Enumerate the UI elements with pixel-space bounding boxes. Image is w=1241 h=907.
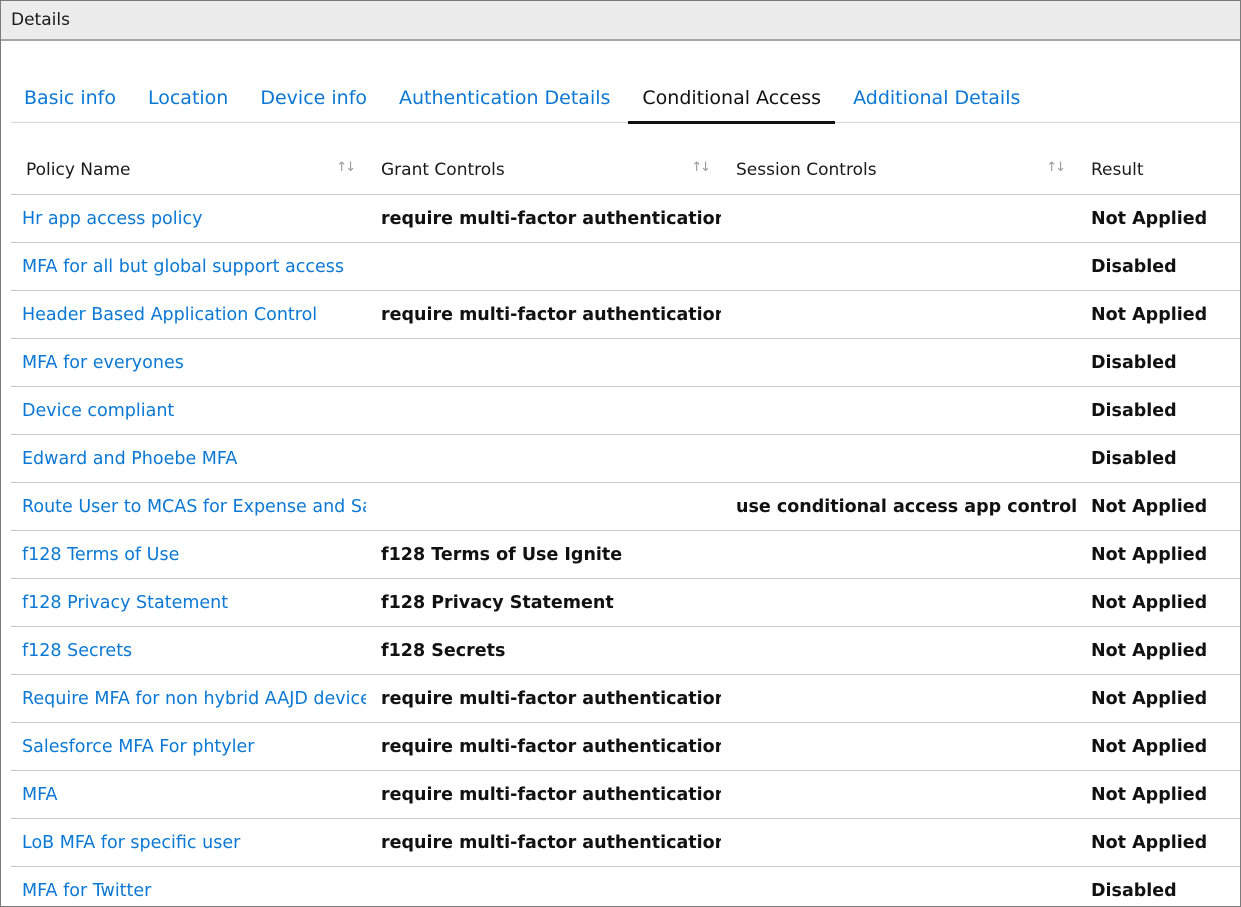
table-body: Hr app access policy require multi-factor… (11, 195, 1240, 906)
grant-controls-cell (366, 483, 721, 530)
sort-arrows-icon[interactable]: ↑↓ (691, 160, 711, 175)
window-title-bar: Details (1, 1, 1240, 41)
table-row[interactable]: Device compliant Disabled (11, 387, 1240, 435)
policy-name-link[interactable]: MFA for everyones (11, 339, 366, 386)
tab-basic-info[interactable]: Basic info (11, 77, 130, 122)
table-row[interactable]: Route User to MCAS for Expense and Sa use… (11, 483, 1240, 531)
grant-controls-cell: require multi-factor authentication (381, 688, 721, 709)
table-row[interactable]: LoB MFA for specific user require multi-f… (11, 819, 1240, 867)
result-cell: Not Applied (1091, 736, 1208, 757)
result-cell: Disabled (1091, 448, 1177, 469)
grant-controls-cell (366, 387, 721, 434)
policy-name-link[interactable]: MFA (11, 771, 366, 818)
sort-arrows-icon[interactable]: ↑↓ (1046, 160, 1066, 175)
tab-device-info[interactable]: Device info (246, 77, 381, 122)
tab-authentication-details[interactable]: Authentication Details (385, 77, 624, 122)
result-cell: Not Applied (1091, 208, 1208, 229)
policy-name-link[interactable]: Edward and Phoebe MFA (11, 435, 366, 482)
policy-name-link[interactable]: MFA for all but global support access (11, 243, 366, 290)
policy-name-link[interactable]: f128 Terms of Use (11, 531, 366, 578)
column-header-label: Policy Name (26, 159, 131, 180)
session-controls-cell: use conditional access app control (736, 496, 1076, 517)
grant-controls-cell (366, 867, 721, 906)
tab-conditional-access[interactable]: Conditional Access (628, 77, 835, 124)
policy-name-link[interactable]: Require MFA for non hybrid AAJD device (11, 675, 366, 722)
tab-bar: Basic info Location Device info Authenti… (11, 77, 1240, 124)
policy-name-link[interactable]: Device compliant (11, 387, 366, 434)
table-row[interactable]: MFA require multi-factor authentication No… (11, 771, 1240, 819)
session-controls-cell (721, 339, 1076, 386)
grant-controls-cell (366, 339, 721, 386)
grant-controls-cell: require multi-factor authentication (381, 832, 721, 853)
result-cell: Not Applied (1091, 688, 1208, 709)
policy-name-link[interactable]: Route User to MCAS for Expense and Sa (11, 483, 366, 530)
conditional-access-table: Policy Name ↑↓ Grant Controls ↑↓ Session… (11, 145, 1240, 906)
result-cell: Not Applied (1091, 304, 1208, 325)
table-row[interactable]: MFA for all but global support access Dis… (11, 243, 1240, 291)
session-controls-cell (721, 291, 1076, 338)
window-title: Details (11, 10, 70, 30)
session-controls-cell (721, 723, 1076, 770)
table-row[interactable]: f128 Privacy Statement f128 Privacy State… (11, 579, 1240, 627)
policy-name-link[interactable]: Hr app access policy (11, 195, 366, 242)
column-header-session-controls[interactable]: Session Controls ↑↓ (721, 145, 1076, 194)
session-controls-cell (721, 531, 1076, 578)
grant-controls-cell (366, 243, 721, 290)
tab-additional-details[interactable]: Additional Details (839, 77, 1034, 122)
result-cell: Not Applied (1091, 544, 1208, 565)
policy-name-link[interactable]: f128 Privacy Statement (11, 579, 366, 626)
table-row[interactable]: Require MFA for non hybrid AAJD device re… (11, 675, 1240, 723)
session-controls-cell (721, 243, 1076, 290)
table-row[interactable]: Hr app access policy require multi-factor… (11, 195, 1240, 243)
tab-location[interactable]: Location (134, 77, 242, 122)
column-header-grant-controls[interactable]: Grant Controls ↑↓ (366, 145, 721, 194)
grant-controls-cell (366, 435, 721, 482)
grant-controls-cell: require multi-factor authentication (381, 208, 721, 229)
result-cell: Not Applied (1091, 784, 1208, 805)
table-row[interactable]: MFA for Twitter Disabled (11, 867, 1240, 906)
result-cell: Not Applied (1091, 592, 1208, 613)
column-header-result: Result (1076, 145, 1240, 194)
table-row[interactable]: f128 Secrets f128 Secrets Not Applied (11, 627, 1240, 675)
session-controls-cell (721, 675, 1076, 722)
sort-arrows-icon[interactable]: ↑↓ (336, 160, 356, 175)
policy-name-link[interactable]: MFA for Twitter (11, 867, 366, 906)
table-row[interactable]: f128 Terms of Use f128 Terms of Use Ignit… (11, 531, 1240, 579)
table-row[interactable]: Edward and Phoebe MFA Disabled (11, 435, 1240, 483)
result-cell: Disabled (1091, 352, 1177, 373)
grant-controls-cell: require multi-factor authentication (381, 784, 721, 805)
grant-controls-cell: require multi-factor authentication (381, 304, 721, 325)
result-cell: Disabled (1091, 400, 1177, 421)
result-cell: Not Applied (1091, 496, 1208, 517)
table-row[interactable]: Header Based Application Control require … (11, 291, 1240, 339)
session-controls-cell (721, 867, 1076, 906)
session-controls-cell (721, 579, 1076, 626)
result-cell: Disabled (1091, 880, 1177, 901)
column-header-label: Session Controls (736, 159, 877, 180)
policy-name-link[interactable]: Header Based Application Control (11, 291, 366, 338)
column-header-policy-name[interactable]: Policy Name ↑↓ (11, 145, 366, 194)
grant-controls-cell: f128 Secrets (381, 640, 506, 661)
policy-name-link[interactable]: Salesforce MFA For phtyler (11, 723, 366, 770)
column-header-label: Grant Controls (381, 159, 505, 180)
session-controls-cell (721, 771, 1076, 818)
policy-name-link[interactable]: f128 Secrets (11, 627, 366, 674)
table-row[interactable]: MFA for everyones Disabled (11, 339, 1240, 387)
grant-controls-cell: f128 Privacy Statement (381, 592, 614, 613)
session-controls-cell (721, 627, 1076, 674)
column-header-label: Result (1091, 159, 1144, 180)
result-cell: Not Applied (1091, 832, 1208, 853)
session-controls-cell (721, 819, 1076, 866)
result-cell: Not Applied (1091, 640, 1208, 661)
session-controls-cell (721, 387, 1076, 434)
table-header: Policy Name ↑↓ Grant Controls ↑↓ Session… (11, 145, 1240, 195)
table-row[interactable]: Salesforce MFA For phtyler require multi-… (11, 723, 1240, 771)
result-cell: Disabled (1091, 256, 1177, 277)
policy-name-link[interactable]: LoB MFA for specific user (11, 819, 366, 866)
session-controls-cell (721, 435, 1076, 482)
session-controls-cell (721, 195, 1076, 242)
details-window: Details Basic info Location Device info … (0, 0, 1241, 907)
grant-controls-cell: require multi-factor authentication (381, 736, 721, 757)
grant-controls-cell: f128 Terms of Use Ignite (381, 544, 623, 565)
